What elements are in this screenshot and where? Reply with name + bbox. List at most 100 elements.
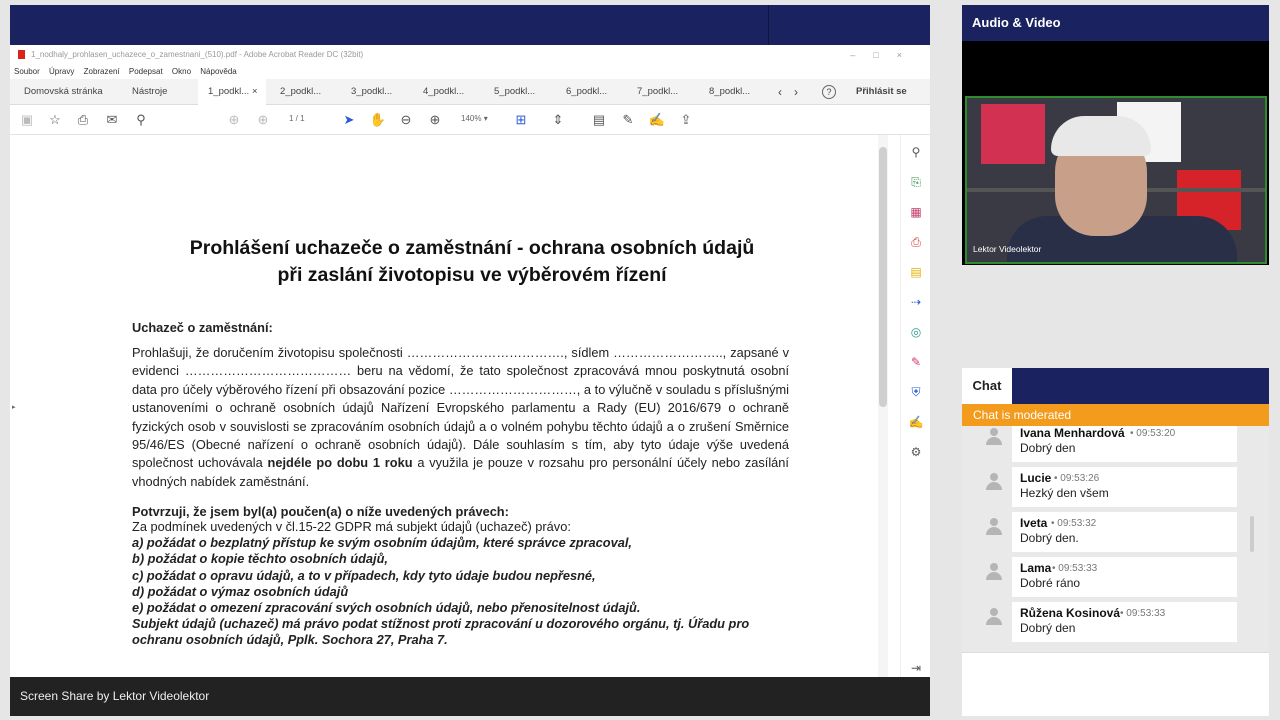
chat-moderated-banner: Chat is moderated <box>962 404 1269 426</box>
message-time: • 09:53:33 <box>1052 563 1098 574</box>
tab-doc-6[interactable]: 6_podkl... <box>566 79 607 105</box>
organize-pages-icon[interactable]: ▦ <box>907 203 925 221</box>
rights-intro: Za podmínek uvedených v čl.15-22 GDPR má… <box>132 519 571 534</box>
fill-sign-icon[interactable]: ✍ <box>907 413 925 431</box>
right-item: c) požádat o opravu údajů, a to v případ… <box>132 567 596 583</box>
zoom-out-icon[interactable]: ⊖ <box>397 111 415 129</box>
message-time: • 09:53:32 <box>1051 518 1097 529</box>
menu-zobrazeni[interactable]: Zobrazení <box>84 67 120 76</box>
tab-scroll-left-icon[interactable]: ‹ <box>778 79 782 105</box>
create-pdf-icon[interactable]: ⎙ <box>907 233 925 251</box>
message-text: Dobrý den <box>1020 441 1076 455</box>
message-time-value: 09:53:33 <box>1126 608 1166 619</box>
menu-bar: Soubor Úpravy Zobrazení Podepsat Okno Ná… <box>10 65 930 79</box>
audio-video-header: Audio & Video <box>962 5 1269 41</box>
chat-scrollbar[interactable] <box>1250 516 1254 552</box>
menu-podepsat[interactable]: Podepsat <box>129 67 163 76</box>
menu-okno[interactable]: Okno <box>172 67 191 76</box>
search-icon[interactable]: ⚲ <box>132 111 150 129</box>
save-icon[interactable]: ▣ <box>18 111 36 129</box>
pen-icon[interactable]: ✎ <box>619 111 637 129</box>
zoom-icon[interactable]: ⚲ <box>907 143 925 161</box>
menu-soubor[interactable]: Soubor <box>14 67 40 76</box>
hand-icon[interactable]: ✋ <box>369 111 387 129</box>
protect-icon[interactable]: ⛨ <box>907 383 925 401</box>
mail-icon[interactable]: ✉ <box>103 111 121 129</box>
avatar <box>986 473 1002 490</box>
prev-page-icon[interactable]: ⊕ <box>225 111 243 129</box>
message-time-value: 09:53:32 <box>1057 518 1097 529</box>
menu-upravy[interactable]: Úpravy <box>49 67 74 76</box>
chat-message: Lucie • 09:53:26 Hezký den všem <box>986 467 1237 507</box>
scan-icon[interactable]: ◎ <box>907 323 925 341</box>
chat-input[interactable] <box>962 652 1269 716</box>
tab-close-icon[interactable]: × <box>252 79 258 105</box>
document-scrollbar-thumb[interactable] <box>879 147 887 407</box>
help-icon[interactable]: ? <box>822 85 836 99</box>
chat-tab[interactable]: Chat <box>962 368 1012 404</box>
comment-icon[interactable]: ▤ <box>590 111 608 129</box>
zoom-level[interactable]: 140% ▾ <box>461 114 488 123</box>
message-text: Hezký den všem <box>1020 486 1109 500</box>
export-pdf-icon[interactable]: ⎘ <box>907 173 925 191</box>
applicant-heading: Uchazeč o zaměstnání: <box>132 320 273 335</box>
expand-icon[interactable]: ⇥ <box>907 659 925 677</box>
message-author: Iveta <box>1020 516 1048 530</box>
send-icon[interactable]: ⇢ <box>907 293 925 311</box>
tab-doc-4[interactable]: 4_podkl... <box>423 79 464 105</box>
page-indicator[interactable]: 1 / 1 <box>289 114 305 123</box>
window-controls[interactable]: –□× <box>850 45 920 65</box>
share-icon[interactable]: ⇪ <box>677 111 695 129</box>
retention-period: nejdéle po dobu 1 roku <box>267 455 413 471</box>
fit-page-icon[interactable]: ⊞ <box>512 111 530 129</box>
tab-doc-1[interactable]: 1_podkl... × <box>198 79 266 105</box>
audio-video-panel: Audio & Video Lektor Videolektor <box>962 5 1269 265</box>
message-text: Dobrý den <box>1020 621 1076 635</box>
document-title-line-1: Prohlášení uchazeče o zaměstnání - ochra… <box>189 237 755 259</box>
left-panel-toggle-icon[interactable]: ▸ <box>12 403 16 411</box>
tab-doc-3[interactable]: 3_podkl... <box>351 79 392 105</box>
right-tools-pane: ⚲ ⎘ ▦ ⎙ ▤ ⇢ ◎ ✎ ⛨ ✍ ⚙ ⇥ <box>900 135 930 677</box>
document-title: Prohlášení uchazeče o zaměstnání - ochra… <box>22 235 922 289</box>
avatar <box>986 428 1002 445</box>
right-item: a) požádat o bezplatný přístup ke svým o… <box>132 535 632 551</box>
star-icon[interactable]: ☆ <box>46 111 64 129</box>
chat-message: Růžena Kosinová • 09:53:33 Dobrý den <box>986 602 1237 642</box>
declaration-text: Prohlašuji, že doručením životopisu spol… <box>132 345 789 471</box>
message-text: Dobré ráno <box>1020 576 1081 590</box>
video-feed[interactable]: Lektor Videolektor <box>965 96 1267 264</box>
message-time: • 09:53:26 <box>1054 473 1100 484</box>
tab-bar: Domovská stránka Nástroje 1_podkl... × 2… <box>10 79 930 105</box>
scroll-mode-icon[interactable]: ⇕ <box>549 111 567 129</box>
tab-scroll-right-icon[interactable]: › <box>794 79 798 105</box>
chat-message-list[interactable]: Ivana Menhardová • 09:53:20 Dobrý den Lu… <box>962 426 1269 652</box>
edit-pdf-icon[interactable]: ✎ <box>907 353 925 371</box>
tab-doc-8[interactable]: 8_podkl... <box>709 79 750 105</box>
message-author: Lucie <box>1020 471 1052 485</box>
avatar <box>986 608 1002 625</box>
cursor-icon[interactable]: ➤ <box>340 111 358 129</box>
document-title-line-2: při zaslání životopisu ve výběrovém říze… <box>277 264 667 286</box>
menu-napoveda[interactable]: Nápověda <box>200 67 236 76</box>
right-item: d) požádat o výmaz osobních údajů <box>132 583 349 599</box>
next-page-icon[interactable]: ⊕ <box>254 111 272 129</box>
tab-tools[interactable]: Nástroje <box>132 79 167 105</box>
print-icon[interactable]: ⎙ <box>74 111 92 129</box>
tab-home[interactable]: Domovská stránka <box>24 79 103 105</box>
tab-doc-2[interactable]: 2_podkl... <box>280 79 321 105</box>
avatar <box>986 518 1002 535</box>
comment-icon[interactable]: ▤ <box>907 263 925 281</box>
message-time-value: 09:53:33 <box>1058 563 1098 574</box>
pdf-icon <box>18 50 25 60</box>
sign-in-button[interactable]: Přihlásit se <box>856 79 907 105</box>
message-time: • 09:53:33 <box>1120 608 1166 619</box>
chat-panel: Chat Chat is moderated Ivana Menhardová … <box>962 368 1269 716</box>
tab-doc-5[interactable]: 5_podkl... <box>494 79 535 105</box>
right-item: b) požádat o kopie těchto osobních údajů… <box>132 551 388 567</box>
tab-doc-7[interactable]: 7_podkl... <box>637 79 678 105</box>
zoom-value: 140% <box>461 114 482 123</box>
sign-icon[interactable]: ✍ <box>648 111 666 129</box>
more-tools-icon[interactable]: ⚙ <box>907 443 925 461</box>
message-author: Lama <box>1020 561 1052 575</box>
zoom-in-icon[interactable]: ⊕ <box>426 111 444 129</box>
